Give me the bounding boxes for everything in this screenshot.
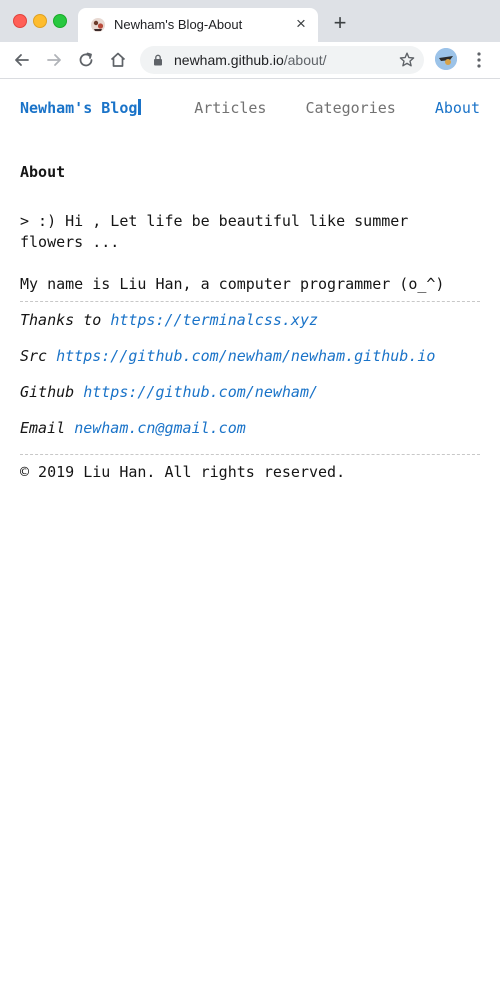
browser-menu-icon[interactable] <box>470 50 488 70</box>
about-intro: My name is Liu Han, a computer programme… <box>20 275 445 293</box>
window-minimize-button[interactable] <box>33 14 47 28</box>
browser-tab-bar: Newham's Blog-About × + <box>0 0 500 42</box>
nav-articles[interactable]: Articles <box>194 99 266 117</box>
avatar-image-icon <box>435 48 457 70</box>
page-content: Newham's Blog Articles Categories About … <box>0 79 500 992</box>
profile-avatar[interactable] <box>435 48 457 70</box>
blinking-cursor <box>138 99 142 115</box>
copyright-text: © 2019 Liu Han. All rights reserved. <box>20 463 346 481</box>
link-label: Thanks to <box>20 311 102 329</box>
link-row-thanks: Thanks to https://terminalcss.xyz <box>20 310 480 331</box>
tab-title: Newham's Blog-About <box>114 17 243 32</box>
url-text[interactable]: newham.github.io/about/ <box>174 52 327 68</box>
browser-tab[interactable]: Newham's Blog-About × <box>78 8 318 42</box>
footer-divider <box>20 454 480 455</box>
nav-categories[interactable]: Categories <box>306 99 396 117</box>
terminalcss-link[interactable]: https://terminalcss.xyz <box>110 311 318 329</box>
browser-toolbar: newham.github.io/about/ <box>0 42 500 79</box>
forward-arrow-icon[interactable] <box>44 50 64 70</box>
about-section: About > :) Hi , Let life be beautiful li… <box>20 163 480 481</box>
nav-about[interactable]: About <box>435 99 480 117</box>
about-quote: > :) Hi , Let life be beautiful like sum… <box>20 212 409 251</box>
email-link[interactable]: newham.cn@gmail.com <box>74 419 246 437</box>
back-arrow-icon[interactable] <box>12 50 32 70</box>
new-tab-button[interactable]: + <box>330 12 350 34</box>
window-close-button[interactable] <box>13 14 27 28</box>
link-row-github: Github https://github.com/newham/ <box>20 382 480 403</box>
github-profile-link[interactable]: https://github.com/newham/ <box>83 383 318 401</box>
page-title: About <box>20 163 66 181</box>
reload-icon[interactable] <box>76 50 96 70</box>
site-header: Newham's Blog Articles Categories About <box>20 99 480 121</box>
site-favicon-icon <box>91 18 105 32</box>
link-label: Src <box>20 347 48 365</box>
tab-close-icon[interactable]: × <box>292 15 310 33</box>
address-bar[interactable]: newham.github.io/about/ <box>140 46 424 74</box>
link-row-src: Src https://github.com/newham/newham.git… <box>20 346 480 367</box>
bookmark-star-icon[interactable] <box>398 51 416 69</box>
home-icon[interactable] <box>108 50 128 70</box>
link-label: Email <box>20 419 66 437</box>
divider <box>20 301 480 302</box>
source-repo-link[interactable]: https://github.com/newham/newham.github.… <box>56 347 435 365</box>
link-row-email: Email newham.cn@gmail.com <box>20 418 480 439</box>
site-logo[interactable]: Newham's Blog <box>20 99 142 117</box>
site-nav: Articles Categories About <box>164 99 480 117</box>
link-label: Github <box>20 383 75 401</box>
lock-icon[interactable] <box>152 54 164 66</box>
window-maximize-button[interactable] <box>53 14 67 28</box>
